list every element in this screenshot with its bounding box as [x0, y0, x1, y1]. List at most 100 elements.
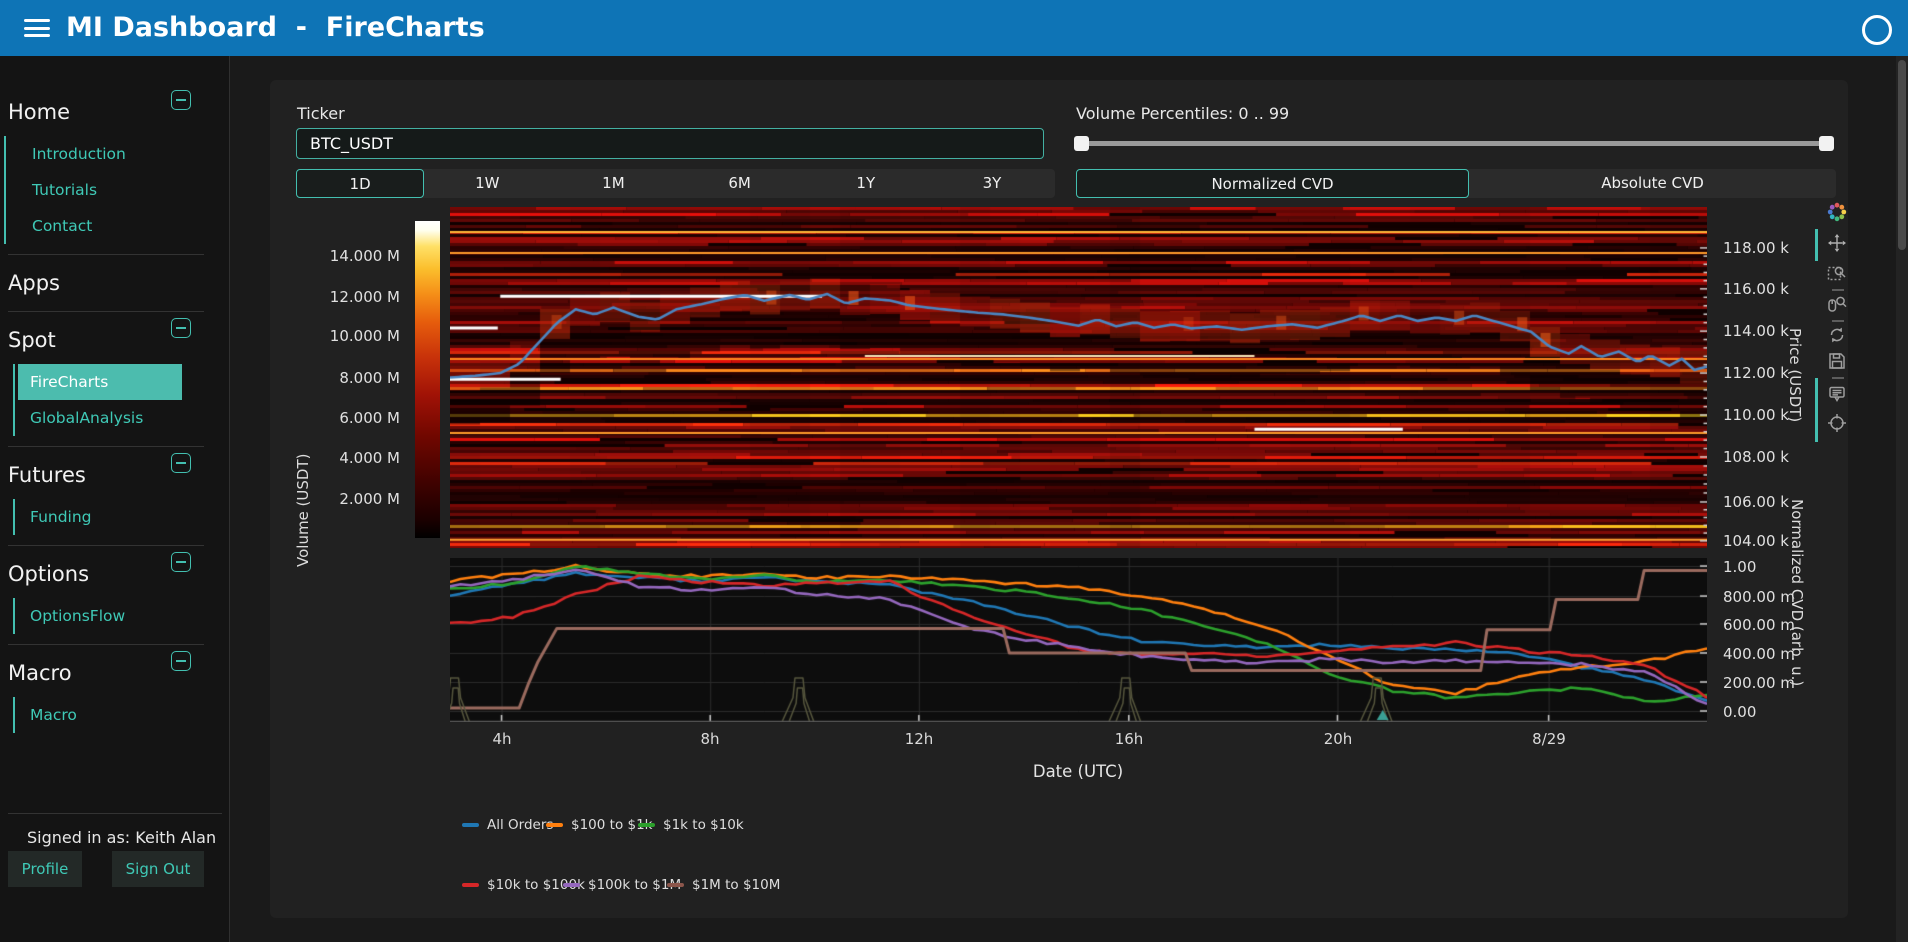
crosshair-tool-icon[interactable]	[1827, 413, 1849, 435]
price-tick-label: 104.00 k	[1723, 531, 1789, 551]
section-heading-apps: Apps	[8, 271, 60, 295]
page: MI Dashboard - FireCharts Home Introduct…	[0, 0, 1908, 942]
app-header: MI Dashboard - FireCharts	[0, 0, 1908, 56]
colorbar-tick-label: 12.000 M	[330, 287, 400, 307]
legend-swatch	[638, 823, 655, 827]
legend-swatch	[667, 883, 684, 887]
section-heading-macro: Macro	[8, 661, 72, 685]
ticker-label: Ticker	[297, 104, 345, 123]
collapse-minus-icon[interactable]	[171, 552, 191, 572]
price-tick-label: 114.00 k	[1723, 321, 1789, 341]
sidebar-item-optionsflow[interactable]: OptionsFlow	[13, 598, 229, 634]
chart-toolbar	[1815, 200, 1860, 470]
signed-in-text: Signed in as: Keith Alan	[27, 828, 230, 847]
bokeh-logo-icon[interactable]	[1827, 202, 1849, 224]
range-button-group: 1D 1W 1M 6M 1Y 3Y	[296, 169, 1055, 198]
collapse-minus-icon[interactable]	[171, 453, 191, 473]
wheel-zoom-tool-icon[interactable]	[1827, 294, 1849, 316]
divider	[8, 311, 204, 312]
app-title: MI Dashboard - FireCharts	[66, 0, 485, 56]
collapse-minus-icon[interactable]	[171, 318, 191, 338]
percentile-min-handle[interactable]	[1074, 136, 1089, 151]
pan-tool-icon[interactable]	[1827, 233, 1849, 255]
legend-item-1M-10M[interactable]: $1M to $10M	[667, 876, 780, 894]
legend-item-100-1k[interactable]: $100 to $1k	[546, 816, 653, 834]
x-tick-label: 16h	[1099, 730, 1159, 748]
x-tick-label: 12h	[889, 730, 949, 748]
sidebar-item-firecharts[interactable]: FireCharts	[13, 364, 229, 400]
account-circle-icon[interactable]	[1862, 15, 1892, 45]
main-panel: Ticker 1D 1W 1M 6M 1Y 3Y Volume Percenti…	[270, 80, 1848, 918]
colorbar-tick-label: 14.000 M	[330, 246, 400, 266]
sidebar-item-macro[interactable]: Macro	[13, 697, 229, 733]
box-zoom-tool-icon[interactable]	[1827, 263, 1849, 285]
heatmap-canvas[interactable]	[450, 207, 1707, 548]
price-tick-label: 108.00 k	[1723, 447, 1789, 467]
price-tick-label: 110.00 k	[1723, 405, 1789, 425]
hamburger-menu-icon[interactable]	[24, 19, 52, 38]
collapse-minus-icon[interactable]	[171, 90, 191, 110]
sidebar-item-globalanalysis[interactable]: GlobalAnalysis	[13, 400, 229, 436]
save-tool-icon[interactable]	[1827, 351, 1849, 373]
active-tool-indicator	[1815, 229, 1818, 261]
range-button-3y[interactable]: 3Y	[929, 169, 1055, 198]
x-tick-label: 4h	[472, 730, 532, 748]
divider	[8, 813, 222, 814]
x-axis-title: Date (UTC)	[978, 762, 1178, 781]
range-button-1m[interactable]: 1M	[550, 169, 676, 198]
profile-button[interactable]: Profile	[8, 851, 82, 887]
sidebar-item-contact[interactable]: Contact	[6, 208, 229, 244]
divider	[8, 644, 204, 645]
reset-tool-icon[interactable]	[1827, 325, 1849, 347]
cvd-tick-label: 1.00	[1723, 557, 1756, 577]
colorbar-tick-label: 8.000 M	[339, 368, 400, 388]
collapse-minus-icon[interactable]	[171, 651, 191, 671]
legend-item-100k-1M[interactable]: $100k to $1M	[563, 876, 681, 894]
colorbar-ticks: 14.000 M 12.000 M 10.000 M 8.000 M 6.000…	[296, 221, 400, 538]
legend-item-all-orders[interactable]: All Orders	[462, 816, 553, 834]
x-tick-label: 8/29	[1519, 730, 1579, 748]
active-tool-indicator	[1815, 378, 1818, 442]
x-tick-label: 8h	[680, 730, 740, 748]
range-button-1d[interactable]: 1D	[296, 169, 424, 198]
range-button-1w[interactable]: 1W	[424, 169, 550, 198]
cvd-axis-title: Normalized CVD (arb. u.)	[1788, 448, 1806, 738]
legend-swatch	[563, 883, 580, 887]
cvd-canvas[interactable]	[450, 558, 1707, 722]
sidebar-item-funding[interactable]: Funding	[13, 499, 229, 535]
slider-track[interactable]	[1076, 141, 1832, 146]
x-axis-ticks: 4h 8h 12h 16h 20h 8/29	[450, 730, 1707, 750]
sidebar-item-tutorials[interactable]: Tutorials	[6, 172, 229, 208]
normalized-cvd-button[interactable]: Normalized CVD	[1076, 169, 1469, 198]
percentile-max-handle[interactable]	[1819, 136, 1834, 151]
price-axis-title: Price (USDT)	[1786, 290, 1804, 460]
colorbar-tick-label: 2.000 M	[339, 489, 400, 509]
cvd-tick-label: 0.00	[1723, 702, 1756, 722]
range-button-6m[interactable]: 6M	[677, 169, 803, 198]
sidebar-item-introduction[interactable]: Introduction	[6, 136, 229, 172]
colorbar-tick-label: 10.000 M	[330, 326, 400, 346]
sidebar-footer: Signed in as: Keith Alan Profile Sign Ou…	[0, 803, 230, 857]
colorbar-tick-label: 6.000 M	[339, 408, 400, 428]
divider	[8, 254, 204, 255]
section-heading-options: Options	[8, 562, 89, 586]
toolbar-separator	[1832, 320, 1844, 322]
absolute-cvd-button[interactable]: Absolute CVD	[1469, 169, 1836, 198]
sign-out-button[interactable]: Sign Out	[112, 851, 204, 887]
legend-swatch	[546, 823, 563, 827]
toolbar-separator	[1832, 289, 1844, 291]
price-tick-label: 106.00 k	[1723, 492, 1789, 512]
ticker-input[interactable]	[296, 128, 1044, 159]
cvd-tick-label: 400.00 m	[1723, 644, 1795, 664]
legend-item-1k-10k[interactable]: $1k to $10k	[638, 816, 744, 834]
scrollbar-track[interactable]	[1896, 56, 1908, 942]
cvd-tick-label: 600.00 m	[1723, 615, 1795, 635]
range-button-1y[interactable]: 1Y	[803, 169, 929, 198]
x-tick-label: 20h	[1308, 730, 1368, 748]
section-heading-futures: Futures	[8, 463, 86, 487]
hover-tool-icon[interactable]	[1827, 384, 1849, 406]
section-heading-home: Home	[8, 100, 70, 124]
colorbar-tick-label: 4.000 M	[339, 448, 400, 468]
percentile-range-slider[interactable]	[1076, 133, 1832, 153]
scrollbar-thumb[interactable]	[1898, 60, 1906, 250]
